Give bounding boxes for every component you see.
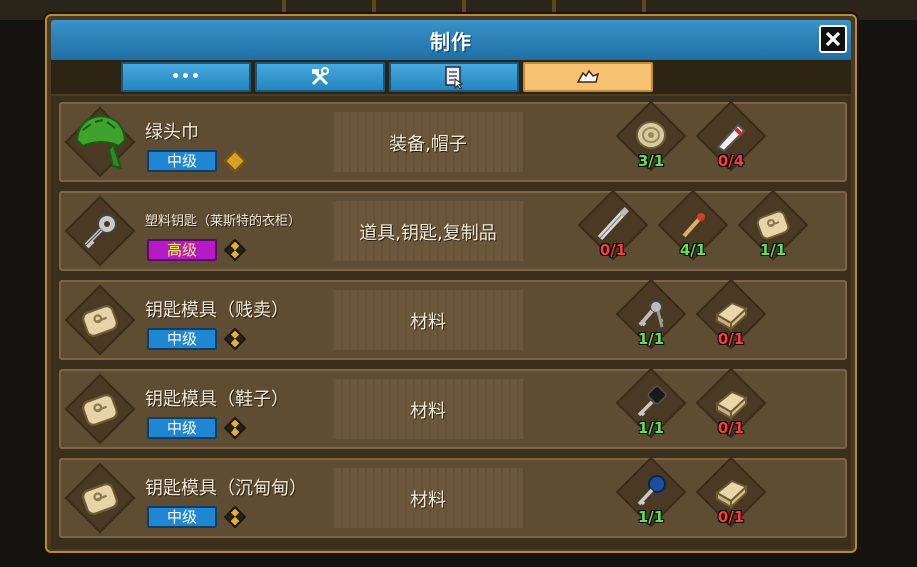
black-key-icon xyxy=(637,385,667,417)
clay-block-icon xyxy=(715,479,748,510)
item-name: 绿头巾 xyxy=(145,122,199,143)
material-slot[interactable]: 0/4 xyxy=(695,100,767,176)
cloth-strip-icon xyxy=(716,123,746,153)
checker-gem-icon xyxy=(223,238,247,262)
document-icon xyxy=(445,66,464,89)
key-mold-icon xyxy=(82,305,118,337)
cloth-icon xyxy=(576,69,600,83)
key-mold-icon xyxy=(82,394,118,426)
material-count: 0/4 xyxy=(717,152,745,170)
item-name: 钥匙模具（贱卖） xyxy=(145,300,289,321)
blue-key-icon xyxy=(637,475,666,506)
material-count: 1/1 xyxy=(637,508,665,526)
material-slot[interactable]: 1/1 xyxy=(737,189,809,265)
material-count: 1/1 xyxy=(637,330,665,348)
material-count: 0/1 xyxy=(717,508,745,526)
item-name: 钥匙模具（鞋子） xyxy=(145,389,289,410)
recipe-list: 绿头巾 中级 装备,帽子 3/1 0/4 塑料钥匙（莱斯特的衣柜） 高级 道具,… xyxy=(51,96,851,549)
checker-gem-icon xyxy=(223,327,247,351)
plastic-key-icon xyxy=(84,214,117,249)
key-bunch-icon xyxy=(638,300,664,328)
crafting-window: 制作 ••• 绿头巾 中级 装备,帽子 3/1 0/4 塑料钥匙（莱斯特的衣柜）… xyxy=(45,14,857,553)
grade-badge: 中级 xyxy=(147,150,217,172)
pipe-icon xyxy=(597,207,629,241)
material-slot[interactable]: 0/1 xyxy=(577,189,649,265)
gold-gem-icon xyxy=(223,149,247,173)
grade-badge: 中级 xyxy=(147,417,217,439)
material-slot[interactable]: 1/1 xyxy=(615,367,687,443)
material-slot[interactable]: 1/1 xyxy=(615,456,687,532)
material-count: 1/1 xyxy=(759,241,787,259)
window-title: 制作 xyxy=(430,30,472,54)
item-category: 材料 xyxy=(410,312,446,333)
more-dots-icon: ••• xyxy=(171,69,201,85)
material-count: 1/1 xyxy=(637,419,665,437)
clay-block-icon xyxy=(715,390,748,421)
item-category: 装备,帽子 xyxy=(389,134,467,155)
material-slot[interactable]: 0/1 xyxy=(695,278,767,354)
title-bar: 制作 xyxy=(51,20,851,62)
grade-badge: 中级 xyxy=(147,506,217,528)
item-category: 材料 xyxy=(410,401,446,422)
recipe-row[interactable]: 钥匙模具（鞋子） 中级 材料 1/1 0/1 xyxy=(59,367,847,449)
tools-icon xyxy=(311,67,329,86)
material-slot[interactable]: 3/1 xyxy=(615,100,687,176)
recipe-row[interactable]: 钥匙模具（贱卖） 中级 材料 1/1 0/1 xyxy=(59,278,847,360)
material-count: 0/1 xyxy=(717,419,745,437)
tab-clothing[interactable] xyxy=(523,62,653,92)
tab-bar: ••• xyxy=(51,60,851,94)
material-slot[interactable]: 1/1 xyxy=(615,278,687,354)
tab-tools[interactable] xyxy=(255,62,385,92)
material-slot[interactable]: 0/1 xyxy=(695,456,767,532)
material-count: 0/1 xyxy=(599,241,627,259)
recipe-row[interactable]: 塑料钥匙（莱斯特的衣柜） 高级 道具,钥匙,复制品 0/1 4/1 1/1 xyxy=(59,189,847,271)
material-count: 3/1 xyxy=(637,152,665,170)
key-mold-icon xyxy=(82,483,118,515)
grade-badge: 高级 xyxy=(147,239,217,261)
tab-more[interactable]: ••• xyxy=(121,62,251,92)
material-slot[interactable]: 4/1 xyxy=(657,189,729,265)
grade-badge: 中级 xyxy=(147,328,217,350)
key-mold-icon xyxy=(756,210,790,240)
bandage-roll-icon xyxy=(636,121,666,149)
close-x-icon xyxy=(825,31,841,47)
checker-gem-icon xyxy=(223,416,247,440)
recipe-row[interactable]: 绿头巾 中级 装备,帽子 3/1 0/4 xyxy=(59,100,847,182)
close-button[interactable] xyxy=(819,25,847,53)
item-category: 道具,钥匙,复制品 xyxy=(359,223,497,244)
item-category: 材料 xyxy=(410,490,446,511)
green-bandana-icon xyxy=(75,114,127,170)
material-count: 0/1 xyxy=(717,330,745,348)
material-slot[interactable]: 0/1 xyxy=(695,367,767,443)
item-name: 塑料钥匙（莱斯特的衣柜） xyxy=(145,214,302,229)
material-count: 4/1 xyxy=(679,241,707,259)
checker-gem-icon xyxy=(223,505,247,529)
item-name: 钥匙模具（沉甸甸） xyxy=(145,478,307,499)
match-icon xyxy=(682,213,705,238)
recipe-row[interactable]: 钥匙模具（沉甸甸） 中级 材料 1/1 0/1 xyxy=(59,456,847,538)
tab-documents[interactable] xyxy=(389,62,519,92)
clay-block-icon xyxy=(715,301,748,332)
